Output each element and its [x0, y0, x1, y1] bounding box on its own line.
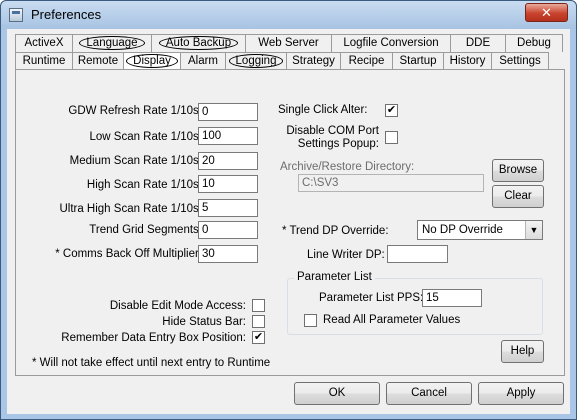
trend-grid-segments-label: Trend Grid Segments: [89, 224, 202, 236]
tab-remote[interactable]: Remote [72, 52, 124, 70]
tab-label: Display [126, 54, 178, 68]
tab-runtime[interactable]: Runtime [15, 52, 73, 70]
tab-alarm[interactable]: Alarm [180, 52, 226, 70]
parameter-list-title: Parameter List [294, 271, 375, 283]
tab-row-2: Runtime Remote Display Alarm Logging Str… [15, 52, 549, 70]
line-writer-dp-label: Line Writer DP: [307, 249, 385, 261]
tab-web-server[interactable]: Web Server [245, 34, 332, 52]
remember-data-entry-checkbox[interactable]: ✔ [252, 331, 265, 344]
trend-grid-segments-input[interactable]: 0 [198, 221, 258, 239]
ultra-high-scan-rate-label: Ultra High Scan Rate 1/10s: [59, 203, 202, 215]
tab-row-1: ActiveX Language Auto Backup Web Server … [15, 34, 563, 52]
clear-button[interactable]: Clear [492, 185, 544, 208]
tab-auto-backup[interactable]: Auto Backup [151, 34, 246, 52]
hide-status-bar-label: Hide Status Bar: [162, 316, 246, 328]
tab-logfile-conversion[interactable]: Logfile Conversion [331, 34, 451, 52]
dialog-button-bar: OK Cancel Apply [7, 377, 570, 414]
tab-label: Settings [499, 55, 541, 67]
trend-dp-override-select[interactable]: No DP Override ▼ [417, 220, 543, 240]
tab-settings[interactable]: Settings [491, 52, 549, 70]
comms-back-off-multiplier-label: * Comms Back Off Multiplier: [55, 248, 202, 260]
trend-dp-override-value: No DP Override [422, 224, 503, 236]
preferences-window: Preferences ✕ ActiveX Language Auto Back… [0, 0, 577, 420]
title-bar[interactable]: Preferences ✕ [1, 1, 576, 29]
tab-label: DDE [465, 37, 491, 49]
disable-com-port-label-1: Disable COM Port [286, 125, 379, 137]
archive-directory-input[interactable]: C:\SV3 [298, 174, 484, 192]
tab-activex[interactable]: ActiveX [15, 34, 73, 52]
tab-label: Strategy [292, 55, 335, 67]
tab-history[interactable]: History [443, 52, 492, 70]
window-title: Preferences [31, 7, 102, 22]
tab-logging[interactable]: Logging [225, 52, 287, 70]
tab-debug[interactable]: Debug [505, 34, 563, 52]
gdw-refresh-rate-label: GDW Refresh Rate 1/10s: [68, 105, 202, 117]
line-writer-dp-input[interactable] [387, 245, 448, 263]
tab-display[interactable]: Display [123, 52, 181, 70]
tab-label: History [449, 55, 486, 67]
parameter-list-pps-input[interactable]: 15 [422, 289, 482, 307]
single-click-alter-checkbox[interactable]: ✔ [385, 104, 398, 117]
parameter-list-pps-label: Parameter List PPS: [319, 292, 424, 304]
close-button[interactable]: ✕ [525, 3, 568, 22]
high-scan-rate-input[interactable]: 10 [198, 175, 258, 193]
disable-com-port-checkbox[interactable] [385, 131, 398, 144]
trend-dp-override-label: * Trend DP Override: [282, 225, 389, 237]
tab-label: Recipe [348, 55, 385, 67]
ultra-high-scan-rate-input[interactable]: 5 [198, 199, 258, 217]
read-all-parameters-label: Read All Parameter Values [323, 314, 461, 326]
ok-button[interactable]: OK [294, 382, 380, 405]
disable-edit-mode-label: Disable Edit Mode Access: [109, 300, 246, 312]
comms-back-off-multiplier-input[interactable]: 30 [198, 245, 258, 263]
tab-label: Auto Backup [158, 36, 239, 50]
tab-strategy[interactable]: Strategy [286, 52, 341, 70]
display-tab-panel: GDW Refresh Rate 1/10s: 0 Low Scan Rate … [15, 69, 565, 376]
medium-scan-rate-label: Medium Scan Rate 1/10s: [69, 155, 202, 167]
tab-language[interactable]: Language [72, 34, 152, 52]
tab-label: Web Server [258, 37, 319, 49]
high-scan-rate-label: High Scan Rate 1/10s: [86, 179, 202, 191]
cancel-button[interactable]: Cancel [386, 382, 472, 405]
tab-label: Debug [517, 37, 551, 49]
tab-label: Startup [399, 55, 437, 67]
tab-startup[interactable]: Startup [392, 52, 444, 70]
tab-label: Logging [228, 54, 284, 68]
tab-dde[interactable]: DDE [450, 34, 506, 52]
archive-directory-label: Archive/Restore Directory: [280, 161, 415, 173]
dialog-client: ActiveX Language Auto Backup Web Server … [7, 29, 570, 414]
low-scan-rate-label: Low Scan Rate 1/10s: [89, 131, 202, 143]
tab-label: Alarm [187, 55, 219, 67]
tab-recipe[interactable]: Recipe [340, 52, 393, 70]
chevron-down-icon: ▼ [525, 221, 542, 239]
runtime-footnote: * Will not take effect until next entry … [32, 357, 271, 369]
parameter-list-group: Parameter List Parameter List PPS: 15 Re… [287, 271, 543, 335]
medium-scan-rate-input[interactable]: 20 [198, 152, 258, 170]
disable-com-port-label-2: Settings Popup: [297, 138, 379, 150]
single-click-alter-label: Single Click Alter: [278, 104, 368, 116]
tab-label: Runtime [22, 55, 66, 67]
app-icon [9, 8, 23, 22]
remember-data-entry-label: Remember Data Entry Box Position: [61, 332, 246, 344]
hide-status-bar-checkbox[interactable] [252, 315, 265, 328]
low-scan-rate-input[interactable]: 100 [198, 127, 258, 145]
help-button[interactable]: Help [501, 340, 544, 363]
tab-label: Logfile Conversion [343, 37, 439, 49]
disable-edit-mode-checkbox[interactable] [252, 299, 265, 312]
tab-label: ActiveX [24, 37, 64, 49]
browse-button[interactable]: Browse [492, 159, 544, 182]
tab-label: Remote [77, 55, 119, 67]
gdw-refresh-rate-input[interactable]: 0 [198, 103, 258, 121]
apply-button[interactable]: Apply [478, 382, 564, 405]
tab-label: Language [79, 36, 145, 50]
read-all-parameters-checkbox[interactable] [304, 314, 317, 327]
